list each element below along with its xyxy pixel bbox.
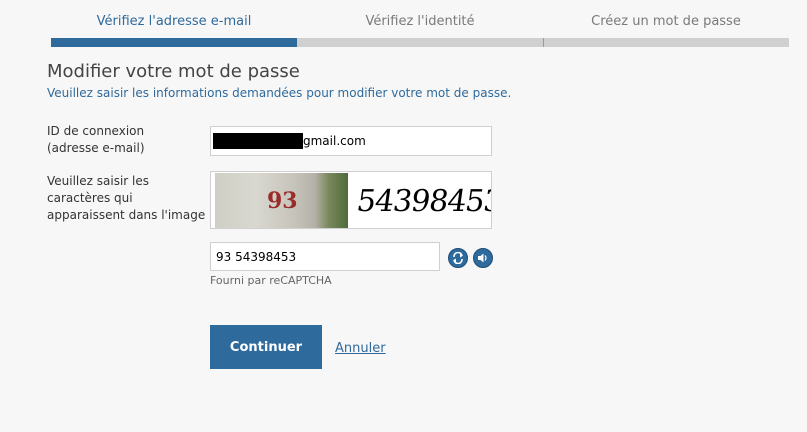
- login-id-label: ID de connexion (adresse e-mail): [47, 123, 145, 157]
- redacted-email-prefix: [213, 133, 303, 149]
- progress-bar-step-1: [51, 38, 297, 47]
- recaptcha-credit: Fourni par reCAPTCHA: [210, 274, 332, 287]
- captcha-label-line3: apparaissent dans l'image: [47, 208, 206, 222]
- captcha-label-line2: caractères qui: [47, 191, 133, 205]
- captcha-image: 93 54398453: [210, 171, 492, 229]
- captcha-photo: 93: [215, 173, 348, 228]
- step-create-password: Créez un mot de passe: [591, 14, 741, 29]
- continue-button[interactable]: Continuer: [210, 325, 322, 369]
- captcha-distorted-text: 54398453: [354, 184, 492, 219]
- cancel-link[interactable]: Annuler: [335, 341, 386, 356]
- progress-bar-step-3: [544, 38, 789, 47]
- login-id-label-line1: ID de connexion: [47, 124, 145, 138]
- login-id-label-line2: (adresse e-mail): [47, 141, 145, 155]
- progress-steps: Vérifiez l'adresse e-mail Vérifiez l'ide…: [0, 0, 807, 47]
- progress-bar-step-2: [297, 38, 543, 47]
- refresh-icon[interactable]: [448, 248, 468, 268]
- login-id-value: gmail.com: [303, 134, 366, 148]
- captcha-photo-number: 93: [267, 188, 298, 214]
- captcha-label-line1: Veuillez saisir les: [47, 174, 150, 188]
- step-verify-email: Vérifiez l'adresse e-mail: [96, 14, 252, 29]
- step-verify-identity: Vérifiez l'identité: [365, 14, 475, 29]
- page-title: Modifier votre mot de passe: [47, 61, 300, 82]
- captcha-label: Veuillez saisir les caractères qui appar…: [47, 173, 205, 224]
- captcha-input[interactable]: [210, 242, 440, 271]
- audio-icon[interactable]: [473, 248, 493, 268]
- page-subtitle: Veuillez saisir les informations demandé…: [47, 86, 512, 100]
